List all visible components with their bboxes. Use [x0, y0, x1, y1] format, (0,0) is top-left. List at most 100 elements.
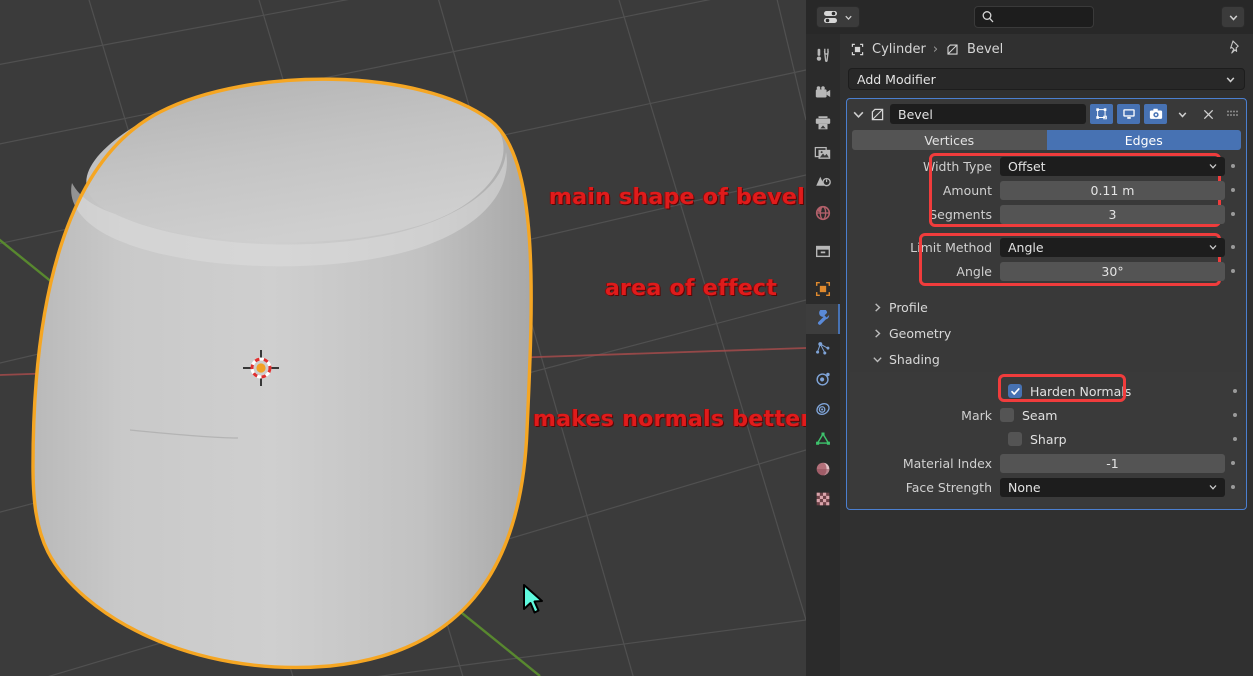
angle-value: 30° [1101, 263, 1124, 279]
face-strength-label: Face Strength [905, 479, 992, 495]
sidebar-item-constraints[interactable] [806, 394, 840, 424]
scene-cone-icon [816, 176, 831, 187]
sidebar-item-object[interactable] [806, 274, 840, 304]
amount-row: Amount 0.11 m [850, 179, 1243, 201]
render-camera-icon [815, 86, 831, 98]
pin-icon[interactable] [1227, 39, 1243, 59]
sub-panel-shading[interactable]: Shading [850, 346, 1243, 372]
animate-decorator[interactable] [1225, 245, 1241, 249]
segments-label: Segments [929, 206, 992, 222]
sidebar-item-tool[interactable] [806, 40, 840, 70]
chevron-down-icon [1229, 14, 1237, 21]
sub-panel-geometry[interactable]: Geometry [850, 320, 1243, 346]
mark-seam-row: Mark Seam [850, 404, 1243, 426]
material-index-value: -1 [1106, 455, 1119, 471]
bevel-icon [871, 108, 884, 120]
angle-value-field[interactable]: 30° [1000, 261, 1225, 281]
render-camera-icon [1149, 108, 1162, 119]
sidebar-item-modifiers[interactable] [806, 304, 840, 334]
animate-decorator[interactable] [1227, 389, 1243, 393]
chevron-right-icon [875, 302, 881, 312]
material-index-row: Material Index -1 [850, 452, 1243, 474]
modifier-extras-button[interactable] [1171, 104, 1193, 124]
sidebar-item-render[interactable] [806, 78, 840, 108]
breadcrumb-modifier-name[interactable]: Bevel [967, 42, 1003, 57]
properties-header [806, 0, 1253, 34]
sub-panel-geometry-label: Geometry [889, 325, 952, 341]
affect-edges-button[interactable]: Edges [1046, 130, 1241, 150]
object-data-triangle-icon [816, 432, 830, 445]
mark-sharp-checkbox[interactable] [1008, 432, 1022, 446]
chevron-down-icon [1178, 111, 1186, 118]
mark-seam-checkbox[interactable] [1000, 408, 1014, 422]
properties-body: Cylinder › Bevel Add Modifier Bevel Vert… [840, 34, 1253, 676]
blender-window: main shape of bevel area of effect makes… [0, 0, 1253, 676]
affect-edges-label: Edges [1124, 132, 1163, 148]
animate-decorator[interactable] [1225, 188, 1241, 192]
affect-vertices-button[interactable]: Vertices [852, 130, 1047, 150]
cylinder-object[interactable] [0, 0, 806, 676]
sidebar-item-view-layer[interactable] [806, 138, 840, 168]
render-toggle[interactable] [1144, 104, 1167, 124]
modifier-close-button[interactable] [1197, 104, 1219, 124]
chevron-down-icon [1209, 484, 1217, 490]
segments-value-field[interactable]: 3 [1000, 204, 1225, 224]
object-square-icon [815, 281, 831, 297]
close-x-icon [1203, 109, 1213, 119]
affect-vertices-label: Vertices [924, 132, 975, 148]
animate-decorator[interactable] [1225, 269, 1241, 273]
add-modifier-button[interactable]: Add Modifier [848, 68, 1245, 90]
segments-value: 3 [1108, 206, 1117, 222]
animate-decorator[interactable] [1227, 413, 1243, 417]
3d-viewport[interactable]: main shape of bevel area of effect makes… [0, 0, 806, 676]
harden-normals-label: Harden Normals [1030, 383, 1132, 399]
amount-value-field[interactable]: 0.11 m [1000, 180, 1225, 200]
width-group: Width Type Offset Amount 0.11 m Segments… [850, 153, 1243, 227]
search-input[interactable] [974, 6, 1094, 28]
annotation-area-of-effect: area of effect [605, 276, 778, 301]
animate-decorator[interactable] [1225, 485, 1241, 489]
chevron-down-icon[interactable] [852, 108, 865, 121]
material-index-field[interactable]: -1 [1000, 453, 1225, 473]
modifier-name-value: Bevel [898, 106, 933, 122]
particles-icon [816, 342, 830, 355]
add-modifier-label: Add Modifier [857, 71, 936, 87]
chevron-down-icon [1209, 163, 1217, 169]
sidebar-item-texture[interactable] [806, 484, 840, 514]
tool-icon [816, 48, 829, 63]
face-strength-dropdown[interactable]: None [1000, 477, 1225, 497]
sidebar-item-scene[interactable] [806, 168, 840, 198]
face-strength-value: None [1008, 479, 1041, 495]
modifier-drag-handle[interactable] [1223, 104, 1241, 124]
chevron-down-icon [1226, 76, 1235, 83]
sidebar-item-material[interactable] [806, 454, 840, 484]
header-options-button[interactable] [1221, 6, 1245, 28]
display-monitor-icon [1122, 109, 1135, 119]
animate-decorator[interactable] [1225, 164, 1241, 168]
texture-checker-icon [816, 492, 830, 506]
sidebar-item-physics[interactable] [806, 364, 840, 394]
editor-type-selector[interactable] [816, 6, 860, 28]
sidebar-item-particles[interactable] [806, 334, 840, 364]
width-type-dropdown[interactable]: Offset [1000, 156, 1225, 176]
chevron-down-icon [845, 15, 852, 20]
sidebar-item-output[interactable] [806, 108, 840, 138]
sidebar-item-world[interactable] [806, 198, 840, 228]
sidebar-item-object-data[interactable] [806, 424, 840, 454]
breadcrumb-object-name[interactable]: Cylinder [872, 42, 926, 57]
output-printer-icon [815, 116, 831, 130]
sub-panel-profile[interactable]: Profile [850, 294, 1243, 320]
properties-editor: Cylinder › Bevel Add Modifier Bevel Vert… [806, 0, 1253, 676]
width-type-value: Offset [1008, 158, 1046, 174]
modifier-header: Bevel [850, 102, 1243, 126]
animate-decorator[interactable] [1225, 461, 1241, 465]
animate-decorator[interactable] [1225, 212, 1241, 216]
sidebar-item-collection[interactable] [806, 236, 840, 266]
edit-mode-toggle[interactable] [1090, 104, 1113, 124]
constraints-icon [816, 403, 830, 415]
modifier-name-field[interactable]: Bevel [890, 104, 1086, 124]
animate-decorator[interactable] [1227, 437, 1243, 441]
limit-method-dropdown[interactable]: Angle [1000, 237, 1225, 257]
realtime-display-toggle[interactable] [1117, 104, 1140, 124]
harden-normals-checkbox[interactable] [1008, 384, 1022, 398]
